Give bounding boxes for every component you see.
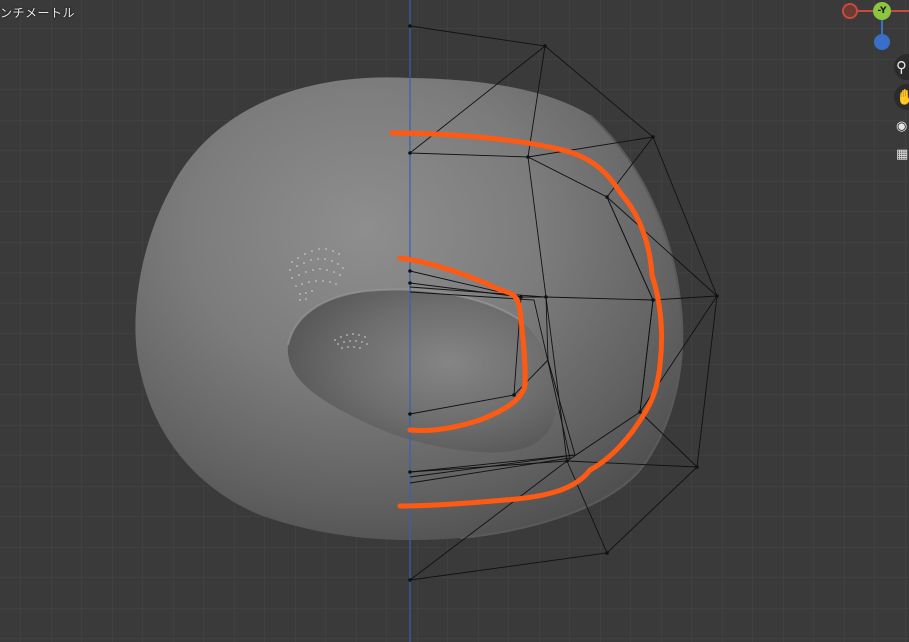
navigation-toolbar: ⚲ ✋ ◉ ▦ [894, 54, 909, 174]
x-axis-negative-ball[interactable] [842, 3, 858, 19]
3d-viewport[interactable]: ンチメートル -Y ⚲ ✋ ◉ ▦ [0, 0, 909, 642]
z-axis-negative-ball[interactable] [874, 34, 890, 50]
hand-icon[interactable]: ✋ [894, 84, 909, 110]
navigation-gizmo[interactable]: -Y [836, 0, 909, 55]
camera-icon[interactable]: ◉ [894, 114, 909, 140]
y-axis-negative-ball[interactable]: -Y [873, 2, 891, 20]
viewport-scene [0, 0, 909, 642]
unit-label: ンチメートル [0, 6, 76, 20]
magnifier-icon[interactable]: ⚲ [894, 54, 909, 80]
grid-view-icon[interactable]: ▦ [894, 142, 909, 168]
